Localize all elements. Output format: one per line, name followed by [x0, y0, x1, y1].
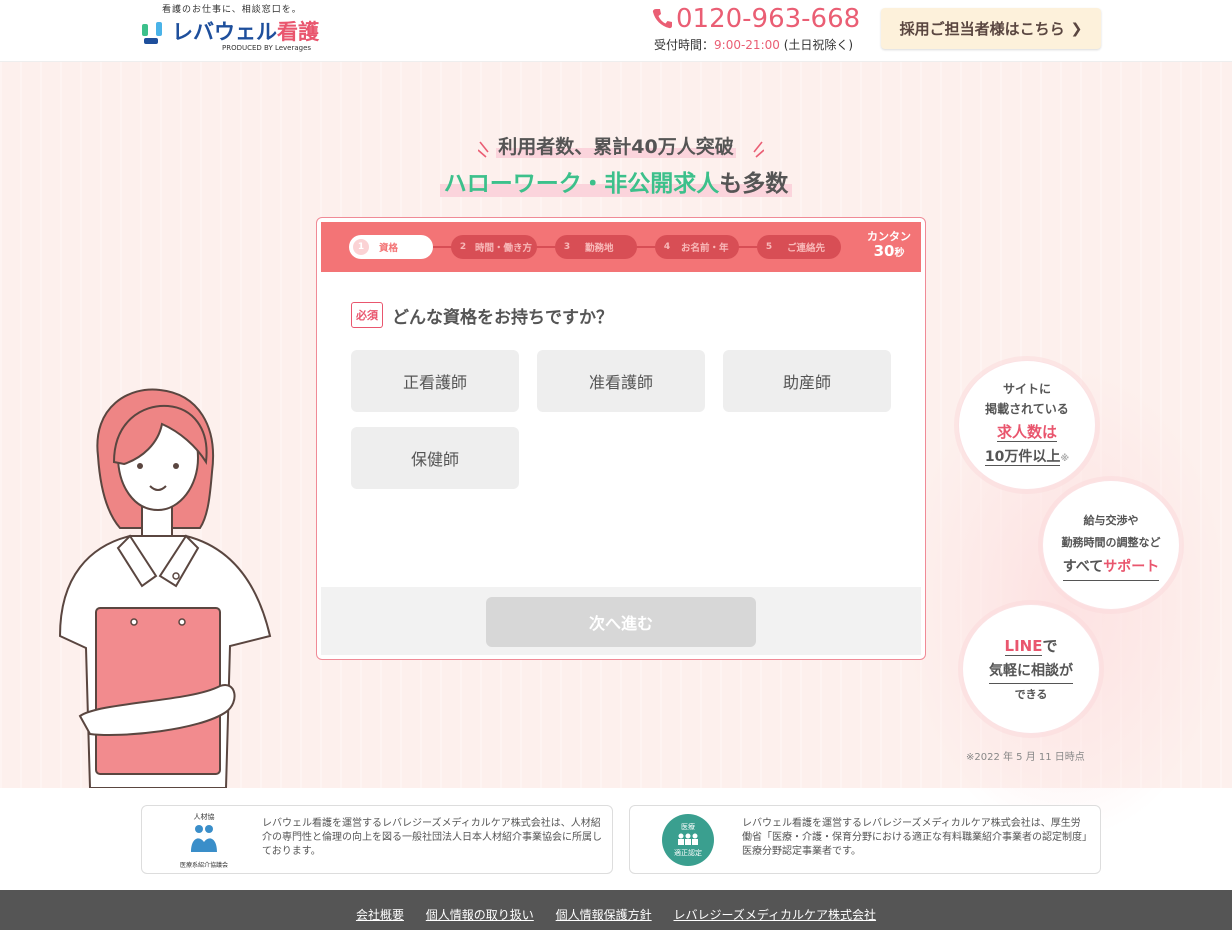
reception-hours: 受付時間：9:00-21:00 (土日祝除く) — [654, 38, 854, 52]
option-midwife[interactable]: 助産師 — [723, 350, 891, 412]
phone-number-link[interactable]: 0120-963-668 — [652, 4, 860, 34]
site-footer: 会社概要 個人情報の取り扱い 個人情報保護方針 レバレジーズメディカルケア株式会… — [0, 890, 1232, 930]
step-2-work-style: 2 時間・働き方 — [451, 235, 537, 259]
step-3-location: 3 勤務地 — [555, 235, 637, 259]
option-assistant-nurse[interactable]: 准看護師 — [537, 350, 705, 412]
badge-line-consult: LINEで 気軽に相談が できる — [962, 604, 1100, 734]
footer-link-privacy-handling[interactable]: 個人情報の取り扱い — [426, 908, 534, 922]
nurse-illustration — [58, 388, 272, 788]
hero-headline-users: 利用者数、累計40万人突破 — [496, 136, 736, 158]
question-text: どんな資格をお持ちですか？ — [392, 307, 613, 328]
step-1-qualification: 1 資格 — [349, 235, 433, 259]
site-header: 看護のお仕事に、相談窓口を。 レバウェル看護 PRODUCED BY Lever… — [0, 0, 1232, 62]
footer-link-privacy-policy[interactable]: 個人情報保護方針 — [556, 908, 652, 922]
footer-link-company[interactable]: 会社概要 — [356, 908, 404, 922]
medical-cert-logo: 医療 適正認定 — [662, 814, 714, 866]
required-badge: 必須 — [351, 302, 383, 328]
phone-icon — [652, 9, 672, 29]
chevron-right-icon: ❯ — [1070, 20, 1083, 37]
step-4-name-age: 4 お名前・年 — [655, 235, 739, 259]
medical-people-icon — [678, 833, 698, 845]
option-public-health-nurse[interactable]: 保健師 — [351, 427, 519, 489]
people-icon — [191, 825, 217, 852]
hero-headline-jobs: ハローワーク・非公開求人も多数 — [0, 164, 1232, 198]
phone-number: 0120-963-668 — [676, 4, 861, 34]
jhr-logo: 人材協 医療系紹介協議会 — [179, 813, 228, 869]
cert-medical-certification: 医療 適正認定 レバウェル看護を運営するレバレジーズメディカルケア株式会社は、厚… — [629, 805, 1101, 874]
cert-medical-text: レバウェル看護を運営するレバレジーズメディカルケア株式会社は、厚生労働省「医療・… — [742, 818, 1087, 857]
recruiter-link-button[interactable]: 採用ご担当者様はこちら ❯ — [881, 8, 1101, 49]
question-row: 必須 どんな資格をお持ちですか？ — [351, 302, 613, 328]
badge-full-support: 給与交渉や 勤務時間の調整など すべてサポート — [1042, 480, 1180, 610]
step-5-contact: 5 ご連絡先 — [757, 235, 841, 259]
logo-tagline: 看護のお仕事に、相談窓口を。 — [162, 5, 302, 15]
time-estimate-badge: カンタン 30秒 — [867, 230, 911, 260]
step-progress-bar: 1 資格 2 時間・働き方 3 勤務地 4 お名前・年 5 ご連絡先 カンタン 30秒 — [321, 222, 921, 272]
next-step-button[interactable]: 次へ進む — [486, 597, 756, 647]
form-footer: 次へ進む — [321, 587, 921, 655]
emphasis-slash-right-icon — [753, 141, 764, 158]
cert-jhr-text: レバウェル看護を運営するレバレジーズメディカルケア株式会社は、人材紹介の専門性と… — [262, 818, 602, 857]
badge-job-count: サイトに 掲載されている 求人数は 10万件以上※ — [958, 360, 1096, 490]
site-logo[interactable]: 看護のお仕事に、相談窓口を。 レバウェル看護 PRODUCED BY Lever… — [140, 2, 319, 58]
logo-wordmark: レバウェル看護 — [172, 20, 319, 44]
footer-links: 会社概要 個人情報の取り扱い 個人情報保護方針 レバレジーズメディカルケア株式会… — [0, 906, 1232, 923]
registration-form-card: 1 資格 2 時間・働き方 3 勤務地 4 お名前・年 5 ご連絡先 カンタン 30秒 必… — [316, 217, 926, 660]
option-registered-nurse[interactable]: 正看護師 — [351, 350, 519, 412]
footer-link-operator[interactable]: レバレジーズメディカルケア株式会社 — [673, 908, 876, 922]
logo-produced-by: PRODUCED BY Leverages — [222, 44, 312, 52]
logo-mark-icon — [142, 22, 162, 44]
badge-footnote: ※2022 年 5 月 11 日時点 — [966, 752, 1085, 763]
cert-jhr-association: 人材協 医療系紹介協議会 レバウェル看護を運営するレバレジーズメディカルケア株式… — [141, 805, 613, 874]
